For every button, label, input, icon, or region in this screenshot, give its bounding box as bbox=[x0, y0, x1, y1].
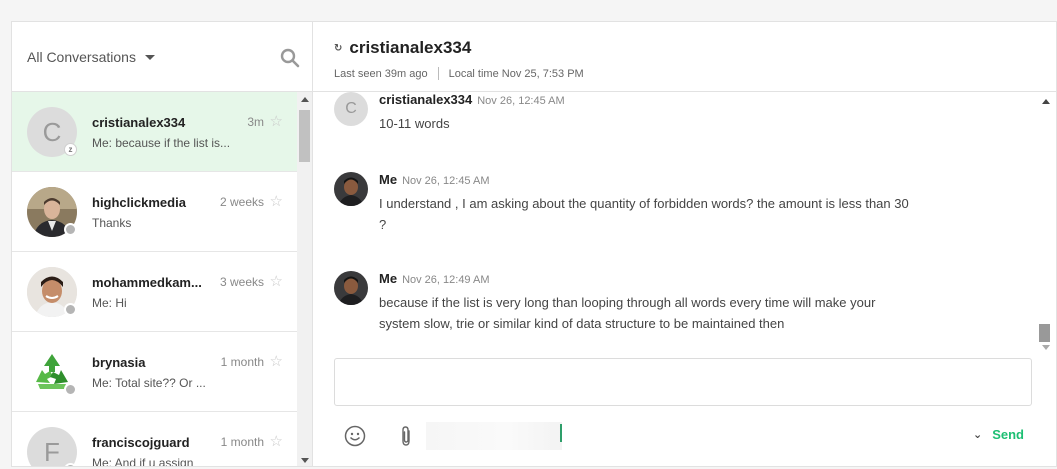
conversation-item[interactable]: highclickmedia 2 weeks ☆ Thanks bbox=[12, 172, 297, 252]
message-sender: Me bbox=[379, 271, 398, 286]
conversation-list: C z cristianalex334 3m ☆ Me: because if … bbox=[12, 92, 297, 467]
conversation-username: franciscojguard bbox=[92, 435, 190, 450]
star-icon[interactable]: ☆ bbox=[270, 432, 283, 450]
conversation-list-scrollbar[interactable] bbox=[297, 92, 312, 466]
scrollbar-thumb[interactable] bbox=[299, 110, 310, 162]
sidebar-header: All Conversations bbox=[12, 22, 313, 92]
chat-header: ↻ cristianalex334 Last seen 39m ago Loca… bbox=[313, 22, 1056, 92]
message-time: Nov 26, 12:49 AM bbox=[402, 274, 490, 286]
send-label: Send bbox=[992, 427, 1024, 442]
conversation-preview: Me: And if u assign bbox=[92, 456, 194, 467]
message-sender: Me bbox=[379, 172, 398, 187]
conversation-filter-label: All Conversations bbox=[27, 49, 136, 65]
local-time-text: Local time Nov 25, 7:53 PM bbox=[448, 67, 584, 80]
conversation-time: 3m bbox=[247, 115, 264, 129]
inbox-window: All Conversations C z cristianalex334 3m… bbox=[11, 21, 1057, 467]
last-seen-text: Last seen 39m ago bbox=[334, 67, 428, 80]
conversation-preview: Me: Total site?? Or ... bbox=[92, 376, 206, 390]
conversation-time: 1 month bbox=[220, 435, 264, 449]
avatar-initial: C bbox=[42, 116, 62, 147]
conversation-item[interactable]: brynasia 1 month ☆ Me: Total site?? Or .… bbox=[12, 332, 297, 412]
chevron-down-icon[interactable]: ⌄ bbox=[973, 428, 982, 441]
message-thread: C cristianalex334 Nov 26, 12:45 AM 10-11 … bbox=[313, 92, 1035, 354]
message-thread-scrollbar[interactable] bbox=[1035, 92, 1056, 356]
conversation-filter-dropdown[interactable]: All Conversations bbox=[27, 49, 155, 65]
away-status-icon: ↻ bbox=[334, 42, 343, 54]
avatar bbox=[334, 172, 368, 206]
caret-down-icon bbox=[144, 54, 155, 60]
message-header: Me Nov 26, 12:45 AM bbox=[379, 172, 490, 187]
message-time: Nov 26, 12:45 AM bbox=[477, 95, 565, 107]
conversation-preview: Me: Hi bbox=[92, 296, 127, 310]
scroll-up-icon[interactable] bbox=[301, 97, 309, 102]
user-photo-icon bbox=[334, 172, 368, 206]
emoji-icon[interactable] bbox=[344, 425, 366, 447]
chat-panel: ↻ cristianalex334 Last seen 39m ago Loca… bbox=[313, 22, 1056, 466]
send-button[interactable]: ⌄ Send bbox=[973, 427, 1024, 442]
chat-meta: Last seen 39m ago Local time Nov 25, 7:5… bbox=[334, 67, 584, 80]
scroll-down-icon[interactable] bbox=[301, 458, 309, 463]
offline-status-icon bbox=[64, 383, 77, 396]
message-composer[interactable] bbox=[334, 358, 1032, 406]
conversation-time: 2 weeks bbox=[219, 195, 264, 209]
away-status-icon: z bbox=[64, 143, 77, 156]
avatar: C bbox=[334, 92, 368, 126]
message-input[interactable] bbox=[335, 359, 1031, 405]
message-time: Nov 26, 12:45 AM bbox=[402, 175, 490, 187]
conversation-sidebar: All Conversations C z cristianalex334 3m… bbox=[12, 22, 313, 466]
conversation-preview: Thanks bbox=[92, 216, 132, 230]
conversation-time: 1 month bbox=[220, 355, 264, 369]
avatar: F bbox=[27, 427, 77, 467]
conversation-preview: Me: because if the list is... bbox=[92, 136, 231, 150]
star-icon[interactable]: ☆ bbox=[270, 192, 283, 210]
conversation-item[interactable]: F franciscojguard 1 month ☆ Me: And if u… bbox=[12, 412, 297, 467]
conversation-username: highclickmedia bbox=[92, 195, 186, 210]
conversation-username: brynasia bbox=[92, 355, 146, 370]
offline-status-icon bbox=[64, 463, 77, 466]
conversation-username: cristianalex334 bbox=[92, 115, 186, 130]
conversation-time: 3 weeks bbox=[219, 275, 264, 289]
paperclip-icon[interactable] bbox=[398, 425, 414, 447]
conversation-username: mohammedkam... bbox=[92, 275, 202, 290]
scroll-up-icon[interactable] bbox=[1042, 99, 1050, 104]
offline-status-icon bbox=[64, 223, 77, 236]
obscured-region bbox=[426, 422, 562, 450]
message-sender: cristianalex334 bbox=[379, 92, 473, 107]
message-text: because if the list is very long than lo… bbox=[379, 295, 876, 331]
message-text: 10-11 words bbox=[379, 116, 450, 131]
offline-status-icon bbox=[64, 303, 77, 316]
star-icon[interactable]: ☆ bbox=[270, 112, 283, 130]
meta-divider bbox=[437, 67, 439, 80]
text-cursor bbox=[560, 424, 562, 442]
message-header: Me Nov 26, 12:49 AM bbox=[379, 271, 490, 286]
avatar-initial: F bbox=[44, 436, 60, 467]
message-header: cristianalex334 Nov 26, 12:45 AM bbox=[379, 92, 565, 107]
star-icon[interactable]: ☆ bbox=[270, 352, 283, 370]
scrollbar-thumb[interactable] bbox=[1039, 324, 1050, 342]
conversation-item[interactable]: C z cristianalex334 3m ☆ Me: because if … bbox=[12, 92, 297, 172]
avatar bbox=[334, 271, 368, 305]
conversation-item[interactable]: mohammedkam... 3 weeks ☆ Me: Hi bbox=[12, 252, 297, 332]
avatar-initial: C bbox=[345, 100, 357, 117]
chat-title-row: ↻ cristianalex334 bbox=[334, 38, 471, 58]
composer-toolbar: ⌄ Send bbox=[334, 420, 1032, 452]
user-photo-icon bbox=[334, 271, 368, 305]
search-icon[interactable] bbox=[280, 48, 300, 68]
chat-title[interactable]: cristianalex334 bbox=[349, 38, 471, 58]
message-text: I understand , I am asking about the qua… bbox=[379, 196, 909, 232]
star-icon[interactable]: ☆ bbox=[270, 272, 283, 290]
scroll-down-icon[interactable] bbox=[1042, 345, 1050, 350]
